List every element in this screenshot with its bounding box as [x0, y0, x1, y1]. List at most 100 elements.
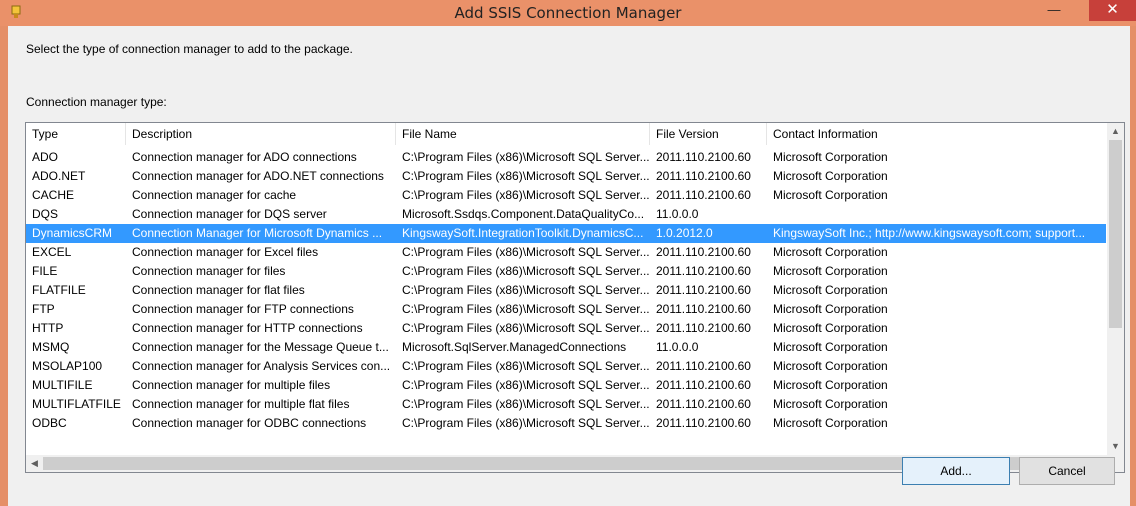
cell-contact: Microsoft Corporation — [773, 397, 888, 411]
table-row[interactable]: MSOLAP100 Connection manager for Analysis… — [26, 357, 1106, 376]
cell-file-version: 2011.110.2100.60 — [656, 169, 751, 183]
cell-description: Connection manager for FTP connections — [132, 302, 354, 316]
cell-file-name: KingswaySoft.IntegrationToolkit.Dynamics… — [402, 226, 644, 240]
connection-type-list[interactable]: Type Description File Name File Version … — [25, 122, 1125, 473]
cell-description: Connection manager for ADO connections — [132, 150, 357, 164]
cell-file-version: 2011.110.2100.60 — [656, 188, 751, 202]
table-row[interactable]: DynamicsCRM Connection Manager for Micros… — [26, 224, 1106, 243]
add-button[interactable]: Add... — [902, 457, 1010, 485]
table-row[interactable]: EXCEL Connection manager for Excel files C… — [26, 243, 1106, 262]
chevron-up-icon[interactable]: ▲ — [1107, 123, 1124, 140]
table-row[interactable]: MULTIFILE Connection manager for multiple… — [26, 376, 1106, 395]
cell-type: CACHE — [32, 188, 75, 202]
cell-description: Connection manager for Excel files — [132, 245, 319, 259]
cell-file-version: 2011.110.2100.60 — [656, 302, 751, 316]
cell-description: Connection manager for ADO.NET connectio… — [132, 169, 384, 183]
vertical-scrollbar[interactable]: ▲ ▼ — [1107, 123, 1124, 455]
cell-file-version: 11.0.0.0 — [656, 340, 699, 354]
cell-file-version: 2011.110.2100.60 — [656, 245, 751, 259]
column-header-file-version[interactable]: File Version — [650, 123, 767, 145]
cell-type: FILE — [32, 264, 58, 278]
table-row[interactable]: ADO Connection manager for ADO connection… — [26, 148, 1106, 167]
list-rows: ADO Connection manager for ADO connection… — [26, 148, 1106, 433]
cell-type: MULTIFILE — [32, 378, 93, 392]
cell-type: MULTIFLATFILE — [32, 397, 121, 411]
cell-type: FTP — [32, 302, 55, 316]
vertical-scroll-thumb[interactable] — [1109, 140, 1122, 328]
minimize-button[interactable]: — — [1040, 0, 1068, 21]
cell-type: ODBC — [32, 416, 67, 430]
cell-contact: Microsoft Corporation — [773, 302, 888, 316]
dialog-window: Add SSIS Connection Manager — ✕ Select t… — [0, 0, 1136, 506]
cancel-button[interactable]: Cancel — [1019, 457, 1115, 485]
cell-file-name: C:\Program Files (x86)\Microsoft SQL Ser… — [402, 378, 650, 392]
table-row[interactable]: MULTIFLATFILE Connection manager for mult… — [26, 395, 1106, 414]
cell-contact: Microsoft Corporation — [773, 378, 888, 392]
cell-contact: Microsoft Corporation — [773, 416, 888, 430]
cell-file-name: C:\Program Files (x86)\Microsoft SQL Ser… — [402, 397, 650, 411]
cell-type: MSOLAP100 — [32, 359, 103, 373]
cell-file-name: C:\Program Files (x86)\Microsoft SQL Ser… — [402, 416, 650, 430]
table-row[interactable]: DQS Connection manager for DQS server Micr… — [26, 205, 1106, 224]
instruction-text: Select the type of connection manager to… — [26, 42, 353, 56]
cell-contact: KingswaySoft Inc.; http://www.kingswayso… — [773, 226, 1086, 240]
cell-description: Connection manager for Analysis Services… — [132, 359, 391, 373]
cell-contact: Microsoft Corporation — [773, 245, 888, 259]
dialog-body: Select the type of connection manager to… — [8, 26, 1130, 506]
cell-contact: Microsoft Corporation — [773, 283, 888, 297]
cell-file-version: 1.0.2012.0 — [656, 226, 713, 240]
cell-type: ADO — [32, 150, 59, 164]
cell-file-name: C:\Program Files (x86)\Microsoft SQL Ser… — [402, 359, 650, 373]
cell-description: Connection manager for flat files — [132, 283, 305, 297]
cell-contact: Microsoft Corporation — [773, 188, 888, 202]
cell-file-name: C:\Program Files (x86)\Microsoft SQL Ser… — [402, 188, 650, 202]
table-row[interactable]: FILE Connection manager for files C:\Progr… — [26, 262, 1106, 281]
cell-file-name: C:\Program Files (x86)\Microsoft SQL Ser… — [402, 264, 650, 278]
cell-type: FLATFILE — [32, 283, 86, 297]
cell-contact: Microsoft Corporation — [773, 150, 888, 164]
cell-file-version: 2011.110.2100.60 — [656, 378, 751, 392]
column-header-description[interactable]: Description — [126, 123, 396, 145]
table-row[interactable]: FTP Connection manager for FTP connection… — [26, 300, 1106, 319]
cell-description: Connection manager for cache — [132, 188, 297, 202]
cell-contact: Microsoft Corporation — [773, 169, 888, 183]
cell-description: Connection manager for DQS server — [132, 207, 327, 221]
cell-description: Connection manager for the Message Queue… — [132, 340, 389, 354]
close-button[interactable]: ✕ — [1089, 0, 1136, 21]
column-header-contact[interactable]: Contact Information — [767, 123, 1106, 145]
table-row[interactable]: ADO.NET Connection manager for ADO.NET co… — [26, 167, 1106, 186]
cell-file-version: 2011.110.2100.60 — [656, 321, 751, 335]
cell-type: ADO.NET — [32, 169, 86, 183]
cell-file-version: 2011.110.2100.60 — [656, 416, 751, 430]
cell-file-name: C:\Program Files (x86)\Microsoft SQL Ser… — [402, 321, 650, 335]
table-row[interactable]: FLATFILE Connection manager for flat file… — [26, 281, 1106, 300]
cell-file-name: C:\Program Files (x86)\Microsoft SQL Ser… — [402, 283, 650, 297]
window-title: Add SSIS Connection Manager — [454, 4, 682, 22]
cell-type: HTTP — [32, 321, 64, 335]
cell-type: DynamicsCRM — [32, 226, 113, 240]
cell-file-version: 2011.110.2100.60 — [656, 283, 751, 297]
chevron-left-icon[interactable]: ◀ — [26, 455, 43, 472]
cell-file-name: C:\Program Files (x86)\Microsoft SQL Ser… — [402, 245, 650, 259]
table-row[interactable]: HTTP Connection manager for HTTP connecti… — [26, 319, 1106, 338]
column-header-file-name[interactable]: File Name — [396, 123, 650, 145]
list-header: Type Description File Name File Version … — [26, 123, 1106, 145]
cell-file-name: Microsoft.Ssdqs.Component.DataQualityCo.… — [402, 207, 645, 221]
cell-description: Connection manager for ODBC connections — [132, 416, 367, 430]
table-row[interactable]: CACHE Connection manager for cache C:\Prog… — [26, 186, 1106, 205]
table-row[interactable]: MSMQ Connection manager for the Message Q… — [26, 338, 1106, 357]
title-bar[interactable]: Add SSIS Connection Manager — ✕ — [0, 0, 1136, 26]
chevron-down-icon[interactable]: ▼ — [1107, 438, 1124, 455]
table-row[interactable]: ODBC Connection manager for ODBC connecti… — [26, 414, 1106, 433]
cell-type: EXCEL — [32, 245, 72, 259]
connection-type-label: Connection manager type: — [26, 95, 167, 109]
cell-file-name: C:\Program Files (x86)\Microsoft SQL Ser… — [402, 302, 650, 316]
cell-contact: Microsoft Corporation — [773, 264, 888, 278]
cell-file-version: 2011.110.2100.60 — [656, 150, 751, 164]
cell-file-name: Microsoft.SqlServer.ManagedConnections — [402, 340, 627, 354]
cell-description: Connection manager for multiple flat fil… — [132, 397, 350, 411]
column-header-type[interactable]: Type — [26, 123, 126, 145]
cell-description: Connection manager for HTTP connections — [132, 321, 363, 335]
cell-file-version: 2011.110.2100.60 — [656, 264, 751, 278]
cell-file-name: C:\Program Files (x86)\Microsoft SQL Ser… — [402, 150, 650, 164]
